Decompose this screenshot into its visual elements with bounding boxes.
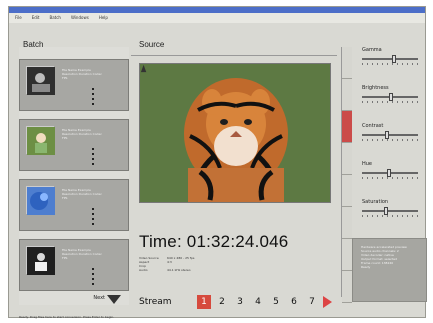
next-stream-icon[interactable]	[323, 296, 332, 308]
tiger-image	[140, 64, 330, 202]
source-title: Source	[139, 40, 165, 49]
tab-subtitle[interactable]	[342, 239, 352, 271]
vertical-tabs	[341, 47, 352, 303]
contrast-control: Contrast	[352, 123, 430, 155]
batch-pagination: Next	[19, 293, 129, 305]
video-preview[interactable]	[139, 63, 331, 203]
stream-page-5[interactable]: 5	[269, 295, 283, 309]
stream-page-1[interactable]: 1	[197, 295, 211, 309]
hue-slider-ticks	[362, 177, 418, 179]
tab-filters[interactable]	[342, 175, 352, 207]
batch-item-meta: File Name Example Resolution Duration Co…	[62, 188, 102, 200]
hue-slider-handle[interactable]	[386, 169, 391, 177]
brightness-control: Brightness	[352, 85, 430, 117]
application-window: File Edit Batch Windows Help Batch File …	[8, 6, 427, 319]
video-thumbnail	[26, 186, 55, 215]
histogram-panel: Hardware accelerated preview Source audi…	[352, 238, 427, 302]
next-label: Next	[93, 295, 105, 301]
menu-file[interactable]: File	[15, 13, 22, 23]
tab-info[interactable]	[342, 207, 352, 239]
stream-page-2[interactable]: 2	[215, 295, 229, 309]
batch-item-meta: File Name Example Resolution Duration Co…	[62, 128, 102, 140]
histogram-text: Hardware accelerated preview Source audi…	[361, 245, 407, 269]
batch-item-3[interactable]: File Name Example Resolution Duration Co…	[19, 179, 129, 231]
stream-page-3[interactable]: 3	[233, 295, 247, 309]
stream-page-4[interactable]: 4	[251, 295, 265, 309]
menu-windows[interactable]: Windows	[71, 13, 89, 23]
stream-label: Stream	[139, 297, 172, 307]
film-icon[interactable]	[140, 64, 149, 73]
contrast-slider-ticks	[362, 139, 418, 141]
drag-handle-icon[interactable]	[92, 208, 94, 226]
contrast-slider-handle[interactable]	[384, 131, 389, 139]
menu-edit[interactable]: Edit	[32, 13, 40, 23]
menu-batch[interactable]: Batch	[49, 13, 61, 23]
tab-audio[interactable]	[342, 111, 352, 143]
gamma-slider-ticks	[362, 63, 418, 65]
source-panel: Source Time: 01:32:24.046 Video Source 6…	[131, 40, 341, 309]
tab-video[interactable]	[342, 143, 352, 175]
contrast-slider-track[interactable]	[362, 134, 418, 136]
brightness-slider-ticks	[362, 101, 418, 103]
tab-output[interactable]	[342, 47, 352, 79]
brightness-label: Brightness	[362, 85, 389, 91]
source-info: Video Source 640 x 480 - 25 fps Aspect 4:3…	[139, 256, 195, 272]
status-bar: Ready. Drag files here to start conversi…	[19, 315, 115, 319]
saturation-control: Saturation	[352, 199, 430, 231]
hue-label: Hue	[362, 161, 373, 167]
next-arrow-icon[interactable]	[107, 295, 121, 304]
stream-page-6[interactable]: 6	[287, 295, 301, 309]
drag-handle-icon[interactable]	[92, 148, 94, 166]
batch-item-meta: File Name Example Resolution Duration Co…	[62, 68, 102, 80]
batch-item-2[interactable]: File Name Example Resolution Duration Co…	[19, 119, 129, 171]
menu-help[interactable]: Help	[99, 13, 108, 23]
source-divider	[131, 55, 337, 56]
stream-pagination: 1 2 3 4 5 6 7	[197, 295, 332, 309]
adjustments-panel: Gamma Brightness Contrast Hue Saturation	[352, 47, 430, 237]
brightness-slider-handle[interactable]	[389, 93, 394, 101]
batch-list: File Name Example Resolution Duration Co…	[19, 47, 129, 305]
contrast-label: Contrast	[362, 123, 384, 129]
batch-item-meta: File Name Example Resolution Duration Co…	[62, 248, 102, 260]
drag-handle-icon[interactable]	[92, 88, 94, 106]
tab-watermark[interactable]	[342, 271, 352, 303]
saturation-slider-ticks	[362, 215, 418, 217]
video-thumbnail	[26, 126, 55, 155]
menu-bar: File Edit Batch Windows Help	[9, 13, 425, 23]
stream-page-7[interactable]: 7	[305, 295, 319, 309]
tab-effects[interactable]	[342, 79, 352, 111]
video-thumbnail	[26, 246, 55, 275]
batch-item-1[interactable]: File Name Example Resolution Duration Co…	[19, 59, 129, 111]
saturation-label: Saturation	[362, 199, 389, 205]
gamma-control: Gamma	[352, 47, 430, 79]
saturation-slider-track[interactable]	[362, 210, 418, 212]
drag-handle-icon[interactable]	[92, 268, 94, 286]
gamma-slider-track[interactable]	[362, 58, 418, 60]
batch-item-4[interactable]: File Name Example Resolution Duration Co…	[19, 239, 129, 291]
video-thumbnail	[26, 66, 55, 95]
hue-control: Hue	[352, 161, 430, 193]
timecode: Time: 01:32:24.046	[139, 232, 289, 251]
gamma-label: Gamma	[362, 47, 382, 53]
saturation-slider-handle[interactable]	[383, 207, 388, 215]
gamma-slider-handle[interactable]	[392, 55, 397, 63]
